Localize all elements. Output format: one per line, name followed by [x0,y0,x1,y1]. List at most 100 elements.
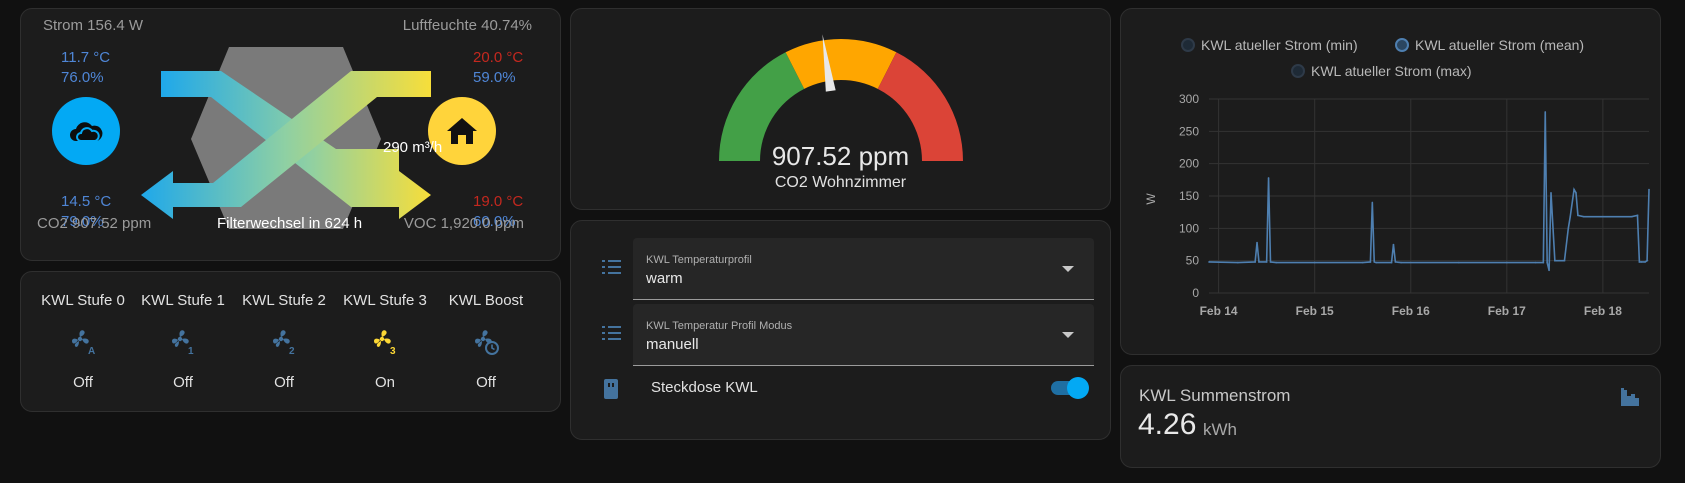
data-point [1640,261,1643,263]
fan-button-0[interactable]: KWL Stufe 0 A Off [33,272,133,413]
home-icon [447,118,477,144]
fan-speed-card: KWL Stufe 0 A Off KWL Stufe 1 1 Off KWL Stufe … [20,271,561,412]
temperature-profile-mode-select[interactable]: KWL Temperatur Profil Modus manuell [633,304,1094,366]
svg-text:1: 1 [188,346,194,356]
data-point [1313,261,1316,264]
gauge-segment-1 [785,38,897,89]
data-point [1269,261,1272,263]
data-point [1648,188,1650,191]
y-tick-label: 200 [1179,157,1199,171]
fan-button-4[interactable]: KWL Boost Off [436,272,536,413]
data-point [1636,214,1639,217]
x-tick-label: Feb 16 [1392,304,1430,318]
fan-speed-1-icon: 1 [172,330,194,356]
chart-histogram-icon [1621,388,1639,406]
select-value: warm [646,270,683,287]
co2-gauge-card[interactable]: 907.52 ppm CO2 Wohnzimmer [570,8,1111,210]
outdoor-in-humidity: 76.0% [61,69,104,86]
fan-button-1[interactable]: KWL Stufe 1 1 Off [133,272,233,413]
series-line-0 [1208,111,1650,271]
y-axis-label: W [1144,193,1158,205]
gauge-value: 907.52 ppm [771,141,910,171]
data-point [1569,215,1572,218]
airflow-rate: 290 m³/h [383,139,443,156]
data-point [1573,188,1575,191]
temperature-profile-select[interactable]: KWL Temperaturprofil warm [633,238,1094,300]
energy-statistic-card[interactable]: KWL Summenstrom 4.26 kWh [1120,365,1661,468]
data-point [1361,261,1364,264]
socket-toggle[interactable] [1051,377,1089,399]
power-line-chart: 0 50 100 150 200 250 300 Feb 14 Feb 15 Feb 16 Feb … [1144,92,1650,318]
data-point [1554,259,1556,262]
power-socket-icon [604,379,618,399]
outdoor-weather-badge [52,97,120,165]
data-point [1567,227,1570,230]
select-label: KWL Temperatur Profil Modus [646,320,793,332]
voc-label: VOC 1,920.0 ppm [403,215,524,232]
fan-name: KWL Boost [448,292,524,309]
data-point [1602,215,1604,218]
data-point [1371,201,1374,204]
fan-name: KWL Stufe 2 [242,292,326,309]
data-point [1563,259,1566,262]
ventilation-card[interactable]: Strom 156.4 W Luftfeuchte 40.74% 11.7 °C… [20,8,561,261]
data-point [1457,261,1460,264]
fan-state: On [374,374,395,391]
data-point [1548,269,1550,272]
data-point [1630,215,1633,218]
fan-state: Off [476,374,496,391]
data-point [1237,261,1239,264]
data-point [1254,261,1256,263]
y-tick-label: 250 [1179,124,1199,138]
data-point [1582,215,1585,218]
indoor-out-humidity: 59.0% [473,69,516,86]
switch-label: Steckdose KWL [651,379,758,396]
data-point [1638,261,1641,263]
fan-state: Off [173,374,193,391]
data-point [1373,261,1376,263]
fan-name: KWL Stufe 0 [41,292,125,309]
data-point [1558,259,1561,262]
fan-state: Off [274,374,294,391]
chevron-down-icon[interactable] [1062,332,1074,338]
filter-change-label: Filterwechsel in 624 h [217,215,363,232]
fan-name: KWL Stufe 3 [343,292,427,309]
data-point [1275,261,1278,264]
exhaust-temp: 14.5 °C [61,193,112,210]
data-point [1400,261,1402,264]
supply-temp: 19.0 °C [473,193,524,210]
data-point [1392,243,1395,246]
chevron-down-icon[interactable] [1062,266,1074,272]
y-tick-label: 0 [1192,286,1199,300]
x-tick-label: Feb 15 [1296,304,1334,318]
energy-value: 4.26 [1138,408,1197,441]
svg-text:2: 2 [289,346,295,356]
gauge-name: CO2 Wohnzimmer [774,174,907,191]
fan-state: Off [73,374,93,391]
x-tick-label: Feb 18 [1584,304,1622,318]
data-point [1534,261,1537,264]
cloud-icon [70,122,103,142]
power-history-chart-card[interactable]: KWL atueller Strom (min) KWL atueller St… [1120,8,1661,355]
fan-auto-icon: A [72,330,95,356]
fan-button-3[interactable]: KWL Stufe 3 3 On [335,272,435,413]
data-point [1369,261,1372,263]
co2-label: CO2 907.52 ppm [37,215,152,232]
data-point [1267,177,1270,179]
svg-text:3: 3 [390,346,396,356]
fan-speed-3-icon: 3 [374,330,396,356]
fan-button-2[interactable]: KWL Stufe 2 2 Off [234,272,334,413]
humidity-label: Luftfeuchte 40.74% [402,17,532,34]
data-point [1546,261,1548,264]
fan-speed-2-icon: 2 [273,330,295,356]
select-value: manuell [646,336,699,353]
data-point [1265,261,1268,263]
data-point [1208,261,1210,263]
svg-text:A: A [88,346,95,356]
fan-clock-icon [475,330,499,355]
data-point [1544,111,1547,113]
data-point [1258,261,1260,263]
entities-card: KWL Temperaturprofil warm KWL Temperatur… [570,220,1111,440]
outdoor-in-temp: 11.7 °C [61,49,111,66]
data-point [1550,191,1552,194]
